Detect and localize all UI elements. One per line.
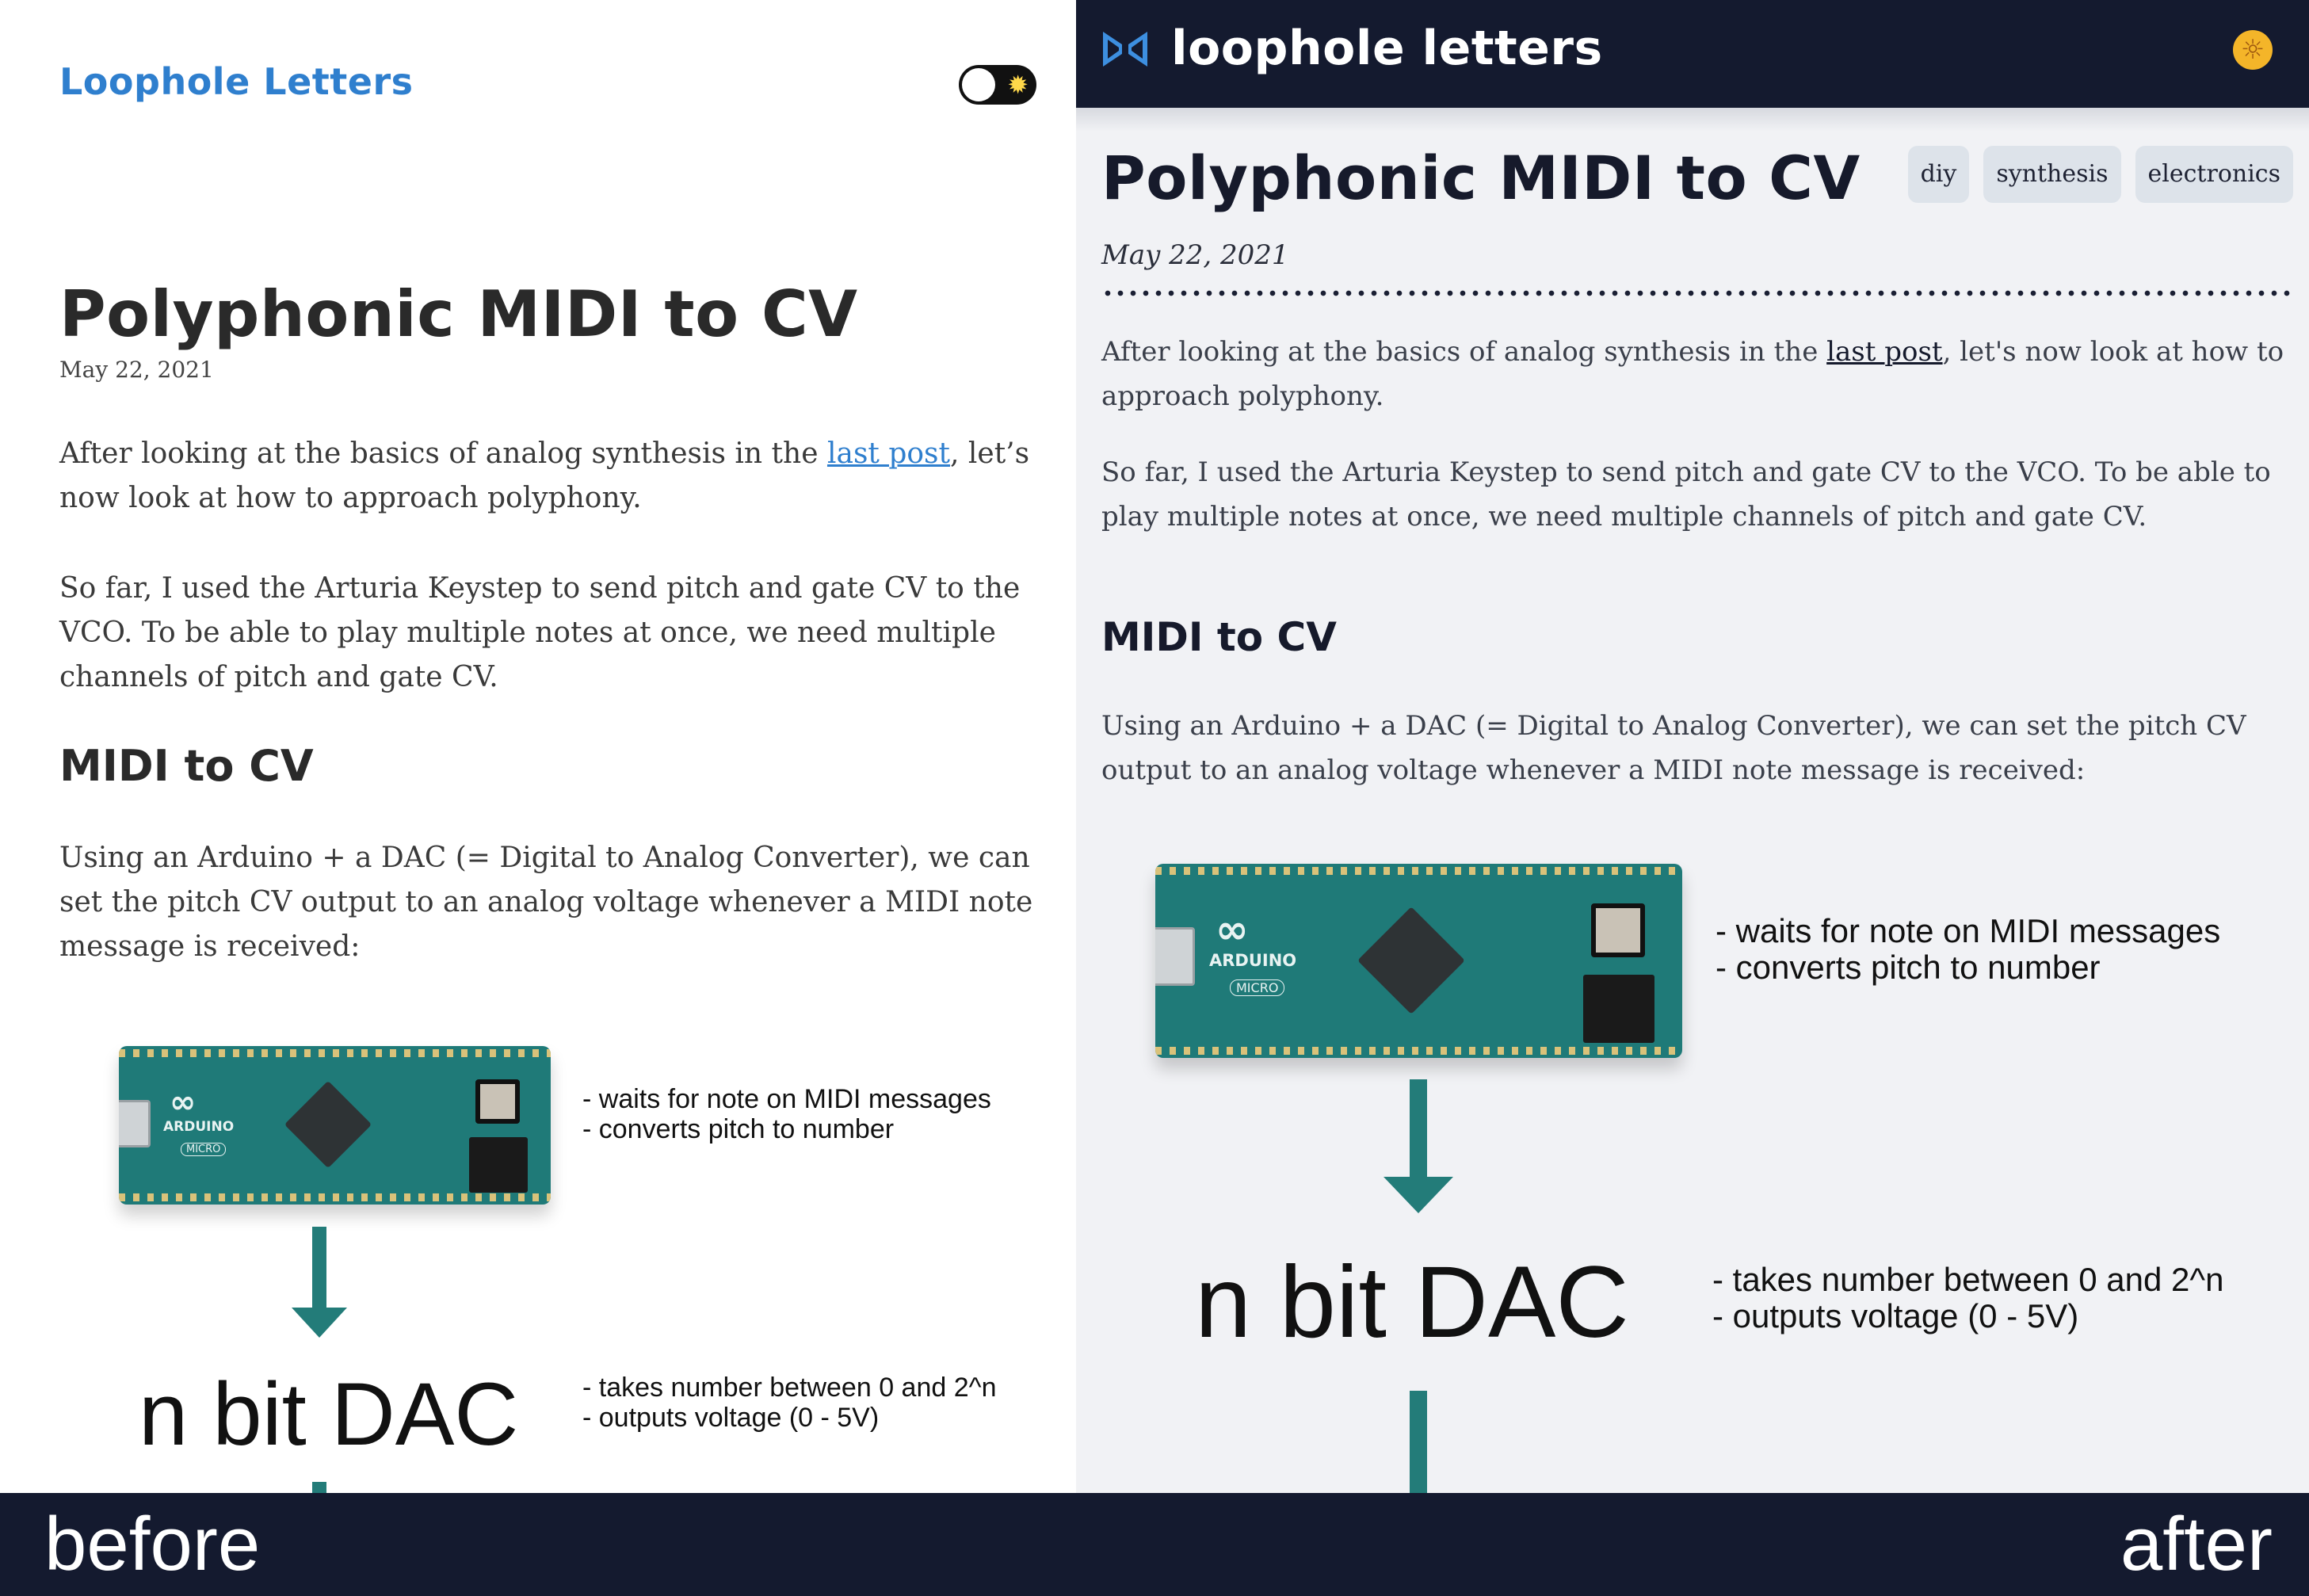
pin-header — [469, 1137, 528, 1193]
dac-note-1: - takes number between 0 and 2^n — [582, 1373, 997, 1403]
dac-note-2: - outputs voltage (0 - 5V) — [582, 1403, 880, 1433]
sun-toggle-icon: ✹ — [1007, 70, 1029, 100]
usb-port — [119, 1100, 151, 1147]
dac-label: n bit DAC — [139, 1365, 519, 1464]
paragraph-text: After looking at the basics of analog sy… — [1101, 336, 1827, 368]
sun-icon[interactable]: ☼ — [2233, 30, 2273, 70]
board-label: ARDUINO — [1209, 951, 1297, 970]
post-date: May 22, 2021 — [1101, 239, 1289, 271]
reset-button — [1591, 903, 1645, 957]
before-panel: Loophole Letters ✹ Polyphonic MIDI to CV… — [0, 0, 1076, 1493]
last-post-link[interactable]: last post — [1826, 336, 1942, 368]
arduino-micro-board: ∞ ARDUINO MICRO — [1155, 864, 1682, 1058]
navbar: loophole letters ☼ — [1076, 0, 2309, 108]
paragraph-arduino: Using an Arduino + a DAC (= Digital to A… — [59, 842, 1033, 963]
navbar-shadow — [1076, 108, 2309, 132]
pin-header — [1583, 975, 1654, 1043]
arduino-logo: ∞ — [170, 1084, 197, 1121]
midi-cv-diagram: ∞ ARDUINO MICRO - waits for note on MIDI… — [103, 1038, 1054, 1493]
theme-toggle[interactable]: ✹ — [959, 65, 1036, 105]
arduino-note-2: - converts pitch to number — [1716, 949, 2101, 986]
tag-diy[interactable]: diy — [1907, 146, 1970, 203]
dac-notes: - takes number between 0 and 2^n - outpu… — [582, 1373, 997, 1433]
section-heading: MIDI to CV — [59, 741, 314, 791]
tag-synthesis[interactable]: synthesis — [1983, 146, 2121, 203]
microcontroller-chip — [284, 1080, 372, 1169]
board-pins-bottom — [1155, 1047, 1682, 1055]
arduino-micro-board: ∞ ARDUINO MICRO — [119, 1046, 551, 1205]
board-sublabel: MICRO — [1230, 979, 1285, 996]
midi-cv-diagram: ∞ ARDUINO MICRO - waits for note on MIDI… — [1132, 856, 2304, 1493]
paragraph-keystep: So far, I used the Arturia Keystep to se… — [1101, 456, 2271, 533]
paragraph-intro: After looking at the basics of analog sy… — [1101, 330, 2290, 418]
page-title: Polyphonic MIDI to CV — [1101, 143, 1861, 213]
arrow-head — [1383, 1177, 1453, 1213]
section-heading: MIDI to CV — [1101, 614, 1337, 660]
arduino-note-2: - converts pitch to number — [582, 1114, 895, 1144]
board-pins-bottom — [119, 1193, 551, 1201]
arduino-notes: - waits for note on MIDI messages - conv… — [1716, 913, 2220, 986]
site-brand-link[interactable]: Loophole Letters — [59, 60, 414, 103]
toggle-knob — [962, 68, 995, 101]
reset-button — [475, 1079, 520, 1124]
paragraph-arduino: Using an Arduino + a DAC (= Digital to A… — [1101, 710, 2246, 786]
page-title: Polyphonic MIDI to CV — [59, 277, 858, 351]
dotted-divider — [1101, 290, 2293, 296]
arduino-note-1: - waits for note on MIDI messages — [582, 1084, 991, 1114]
microcontroller-chip — [1357, 907, 1465, 1014]
arduino-logo: ∞ — [1216, 907, 1249, 953]
tag-electronics[interactable]: electronics — [2135, 146, 2293, 203]
paragraph-intro: After looking at the basics of analog sy… — [59, 432, 1050, 521]
dac-note-2: - outputs voltage (0 - 5V) — [1712, 1297, 2079, 1334]
dac-label: n bit DAC — [1195, 1246, 1629, 1359]
paragraph-text: After looking at the basics of analog sy… — [59, 437, 827, 470]
arrow-down-2 — [1410, 1391, 1427, 1493]
arrow-down — [1410, 1079, 1427, 1181]
arduino-note-1: - waits for note on MIDI messages — [1716, 912, 2221, 949]
board-label: ARDUINO — [163, 1119, 235, 1135]
tag-list: diy synthesis electronics — [1907, 146, 2293, 203]
arrow-down — [312, 1227, 326, 1310]
after-label: after — [2120, 1502, 2273, 1586]
paragraph-keystep: So far, I used the Arturia Keystep to se… — [59, 572, 1021, 693]
dac-notes: - takes number between 0 and 2^n - outpu… — [1712, 1262, 2223, 1334]
site-brand-link[interactable]: loophole letters — [1171, 21, 1603, 76]
board-pins-top — [119, 1049, 551, 1057]
dac-note-1: - takes number between 0 and 2^n — [1712, 1261, 2224, 1298]
usb-port — [1155, 927, 1195, 986]
arrow-head — [292, 1308, 347, 1338]
after-panel: loophole letters ☼ Polyphonic MIDI to CV… — [1076, 0, 2309, 1493]
board-sublabel: MICRO — [181, 1143, 227, 1156]
board-pins-top — [1155, 867, 1682, 875]
last-post-link[interactable]: last post — [827, 437, 950, 470]
before-label: before — [44, 1502, 261, 1586]
post-date: May 22, 2021 — [59, 357, 214, 383]
arduino-notes: - waits for note on MIDI messages - conv… — [582, 1084, 991, 1144]
bowtie-logo-icon[interactable] — [1100, 29, 1151, 70]
comparison-label-bar: before after — [0, 1493, 2309, 1596]
arrow-down-2 — [312, 1482, 326, 1493]
